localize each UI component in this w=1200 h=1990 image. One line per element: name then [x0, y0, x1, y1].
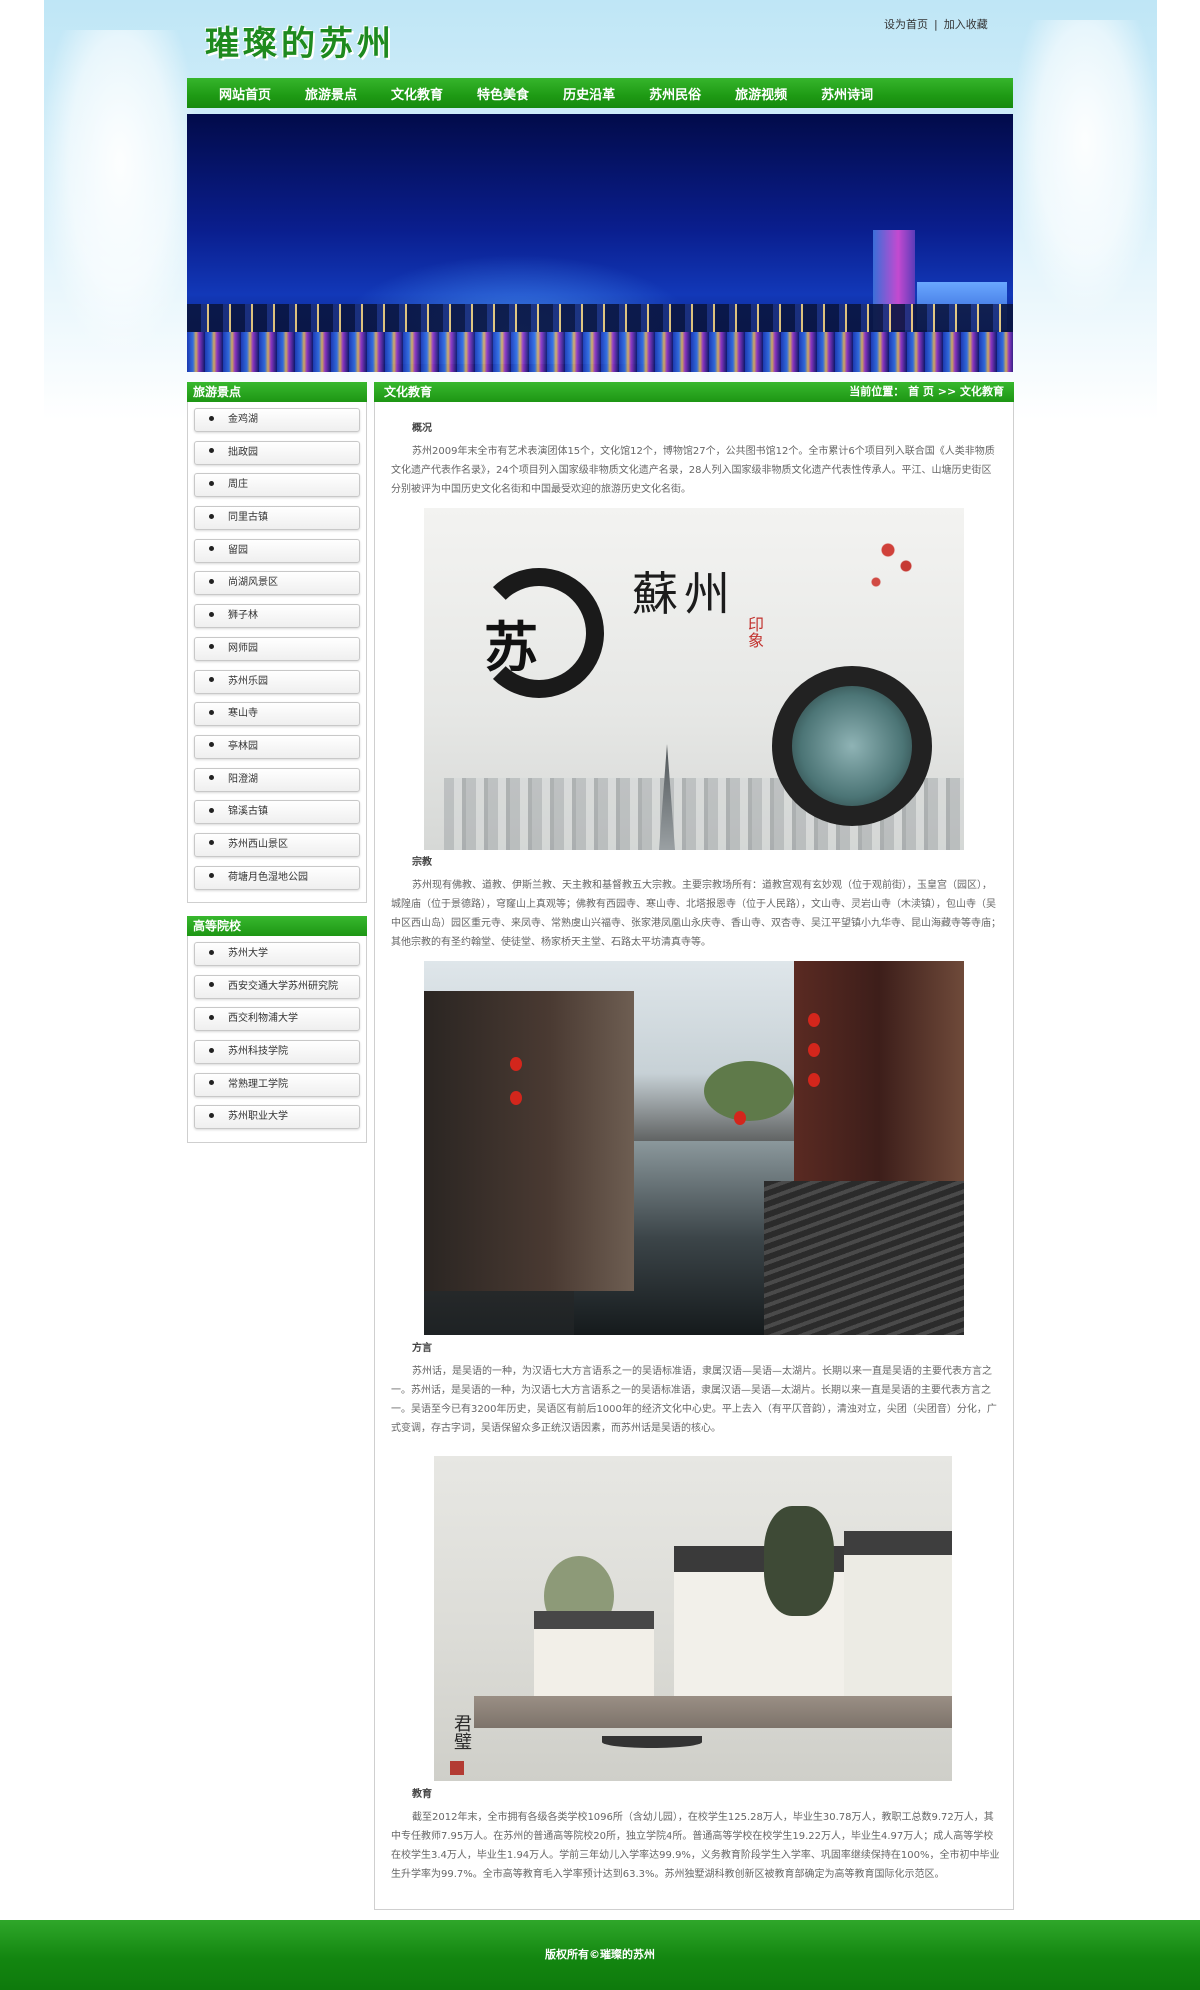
section-text-dialect: 苏州话，是吴语的一种，为汉语七大方言语系之一的吴语标准语，隶属汉语—吴语—太湖片… [391, 1366, 997, 1434]
section-heading-overview: 概况 [412, 423, 432, 434]
sidebar-scenic-item[interactable]: 拙政园 [194, 440, 360, 465]
section-text-education: 截至2012年末，全市拥有各级各类学校1096所（含幼儿园），在校学生125.2… [391, 1812, 1000, 1880]
sidebar-college-item[interactable]: 常熟理工学院 [194, 1072, 360, 1097]
nav-scenic-spots[interactable]: 旅游景点 [305, 84, 357, 103]
bullet-icon [209, 840, 214, 846]
sidebar-college-item[interactable]: 苏州科技学院 [194, 1040, 360, 1065]
sidebar-college-item[interactable]: 苏州职业大学 [194, 1105, 360, 1130]
sidebar-scenic-panel: 旅游景点 金鸡湖 拙政园 周庄 同里古镇 留园 尚湖风景区 狮子林 网师园 苏州… [187, 382, 367, 904]
sidebar-scenic-title: 旅游景点 [187, 382, 367, 402]
sidebar-scenic-item[interactable]: 苏州西山景区 [194, 832, 360, 857]
suzhou-impression-calligraphy-image: 苏 蘇州 印象 [424, 508, 964, 850]
nav-folk-customs[interactable]: 苏州民俗 [649, 84, 701, 103]
bullet-icon [209, 873, 214, 879]
main-panel-title: 文化教育 [384, 385, 433, 399]
sidebar-scenic-item[interactable]: 阳澄湖 [194, 767, 360, 792]
main-content-panel: 文化教育 当前位置： 首 页 >> 文化教育 概况 苏州2009年末全市有艺术表… [374, 382, 1014, 1910]
painting-signature: 君璧 [451, 1714, 472, 1750]
nav-travel-video[interactable]: 旅游视频 [735, 84, 787, 103]
section-text-religion: 苏州现有佛教、道教、伊斯兰教、天主教和基督教五大宗教。主要宗教场所有：道教宫观有… [391, 880, 1001, 948]
sidebar-scenic-item[interactable]: 苏州乐园 [194, 669, 360, 694]
sidebar-scenic-item[interactable]: 同里古镇 [194, 506, 360, 531]
bullet-icon [209, 807, 214, 813]
sidebar-college-item[interactable]: 西交利物浦大学 [194, 1007, 360, 1032]
top-links-separator: | [934, 18, 938, 31]
bullet-icon [209, 1014, 214, 1020]
banner-night-skyline-image [187, 114, 1013, 372]
main-panel-header: 文化教育 当前位置： 首 页 >> 文化教育 [374, 382, 1014, 402]
section-heading-dialect: 方言 [412, 1343, 432, 1354]
section-heading-religion: 宗教 [412, 857, 432, 868]
bullet-icon [209, 742, 214, 748]
sidebar-scenic-item[interactable]: 荷塘月色湿地公园 [194, 865, 360, 890]
sidebar-scenic-item[interactable]: 留园 [194, 538, 360, 563]
bullet-icon [209, 949, 214, 955]
bullet-icon [209, 513, 214, 519]
sidebar-college-item[interactable]: 苏州大学 [194, 942, 360, 966]
image-calligraphy-seal: 印象 [745, 616, 764, 648]
bullet-icon [209, 546, 214, 552]
bullet-icon [209, 709, 214, 715]
water-town-painting-image: 君璧 [434, 1456, 952, 1781]
nav-cuisine[interactable]: 特色美食 [477, 84, 529, 103]
bullet-icon [209, 448, 214, 454]
main-nav: 网站首页 旅游景点 文化教育 特色美食 历史沿革 苏州民俗 旅游视频 苏州诗词 [187, 78, 1013, 108]
bullet-icon [209, 1080, 214, 1086]
sidebar-scenic-item[interactable]: 金鸡湖 [194, 408, 360, 432]
top-links: 设为首页 | 加入收藏 [884, 16, 988, 32]
bullet-icon [209, 480, 214, 486]
sidebar-colleges-title: 高等院校 [187, 916, 367, 936]
sidebar-scenic-item[interactable]: 狮子林 [194, 604, 360, 629]
section-heading-education: 教育 [412, 1789, 432, 1800]
image-calligraphy-big-char: 苏 [484, 615, 538, 679]
water-town-canal-photo [424, 961, 964, 1335]
bullet-icon [209, 982, 214, 988]
sidebar-scenic-item[interactable]: 锦溪古镇 [194, 800, 360, 825]
bullet-icon [209, 415, 214, 421]
site-logo[interactable]: 璀璨的苏州 [205, 16, 395, 65]
nav-history[interactable]: 历史沿革 [563, 84, 615, 103]
bullet-icon [209, 775, 214, 781]
nav-culture-education[interactable]: 文化教育 [391, 84, 443, 103]
set-homepage-link[interactable]: 设为首页 [884, 18, 928, 31]
bullet-icon [209, 644, 214, 650]
footer: 版权所有©璀璨的苏州 [0, 1920, 1200, 1990]
sidebar-colleges-panel: 高等院校 苏州大学 西安交通大学苏州研究院 西交利物浦大学 苏州科技学院 常熟理… [187, 916, 367, 1144]
bullet-icon [209, 1112, 214, 1118]
footer-copyright: 版权所有©璀璨的苏州 [545, 1948, 655, 1961]
nav-home[interactable]: 网站首页 [219, 84, 271, 103]
sidebar-scenic-item[interactable]: 网师园 [194, 636, 360, 661]
bullet-icon [209, 677, 214, 682]
bullet-icon [209, 611, 214, 617]
nav-poetry[interactable]: 苏州诗词 [821, 84, 873, 103]
add-favorite-link[interactable]: 加入收藏 [944, 18, 988, 31]
sidebar-scenic-item[interactable]: 尚湖风景区 [194, 571, 360, 596]
sidebar-scenic-item[interactable]: 周庄 [194, 473, 360, 498]
bullet-icon [209, 578, 214, 584]
breadcrumb[interactable]: 当前位置： 首 页 >> 文化教育 [849, 382, 1004, 402]
image-calligraphy-title: 蘇州 [632, 567, 736, 621]
sidebar-scenic-item[interactable]: 亭林园 [194, 734, 360, 759]
sidebar-scenic-item[interactable]: 寒山寺 [194, 702, 360, 727]
bullet-icon [209, 1047, 214, 1053]
sidebar-college-item[interactable]: 西安交通大学苏州研究院 [194, 974, 360, 999]
section-text-overview: 苏州2009年末全市有艺术表演团体15个，文化馆12个，博物馆27个，公共图书馆… [391, 446, 995, 495]
